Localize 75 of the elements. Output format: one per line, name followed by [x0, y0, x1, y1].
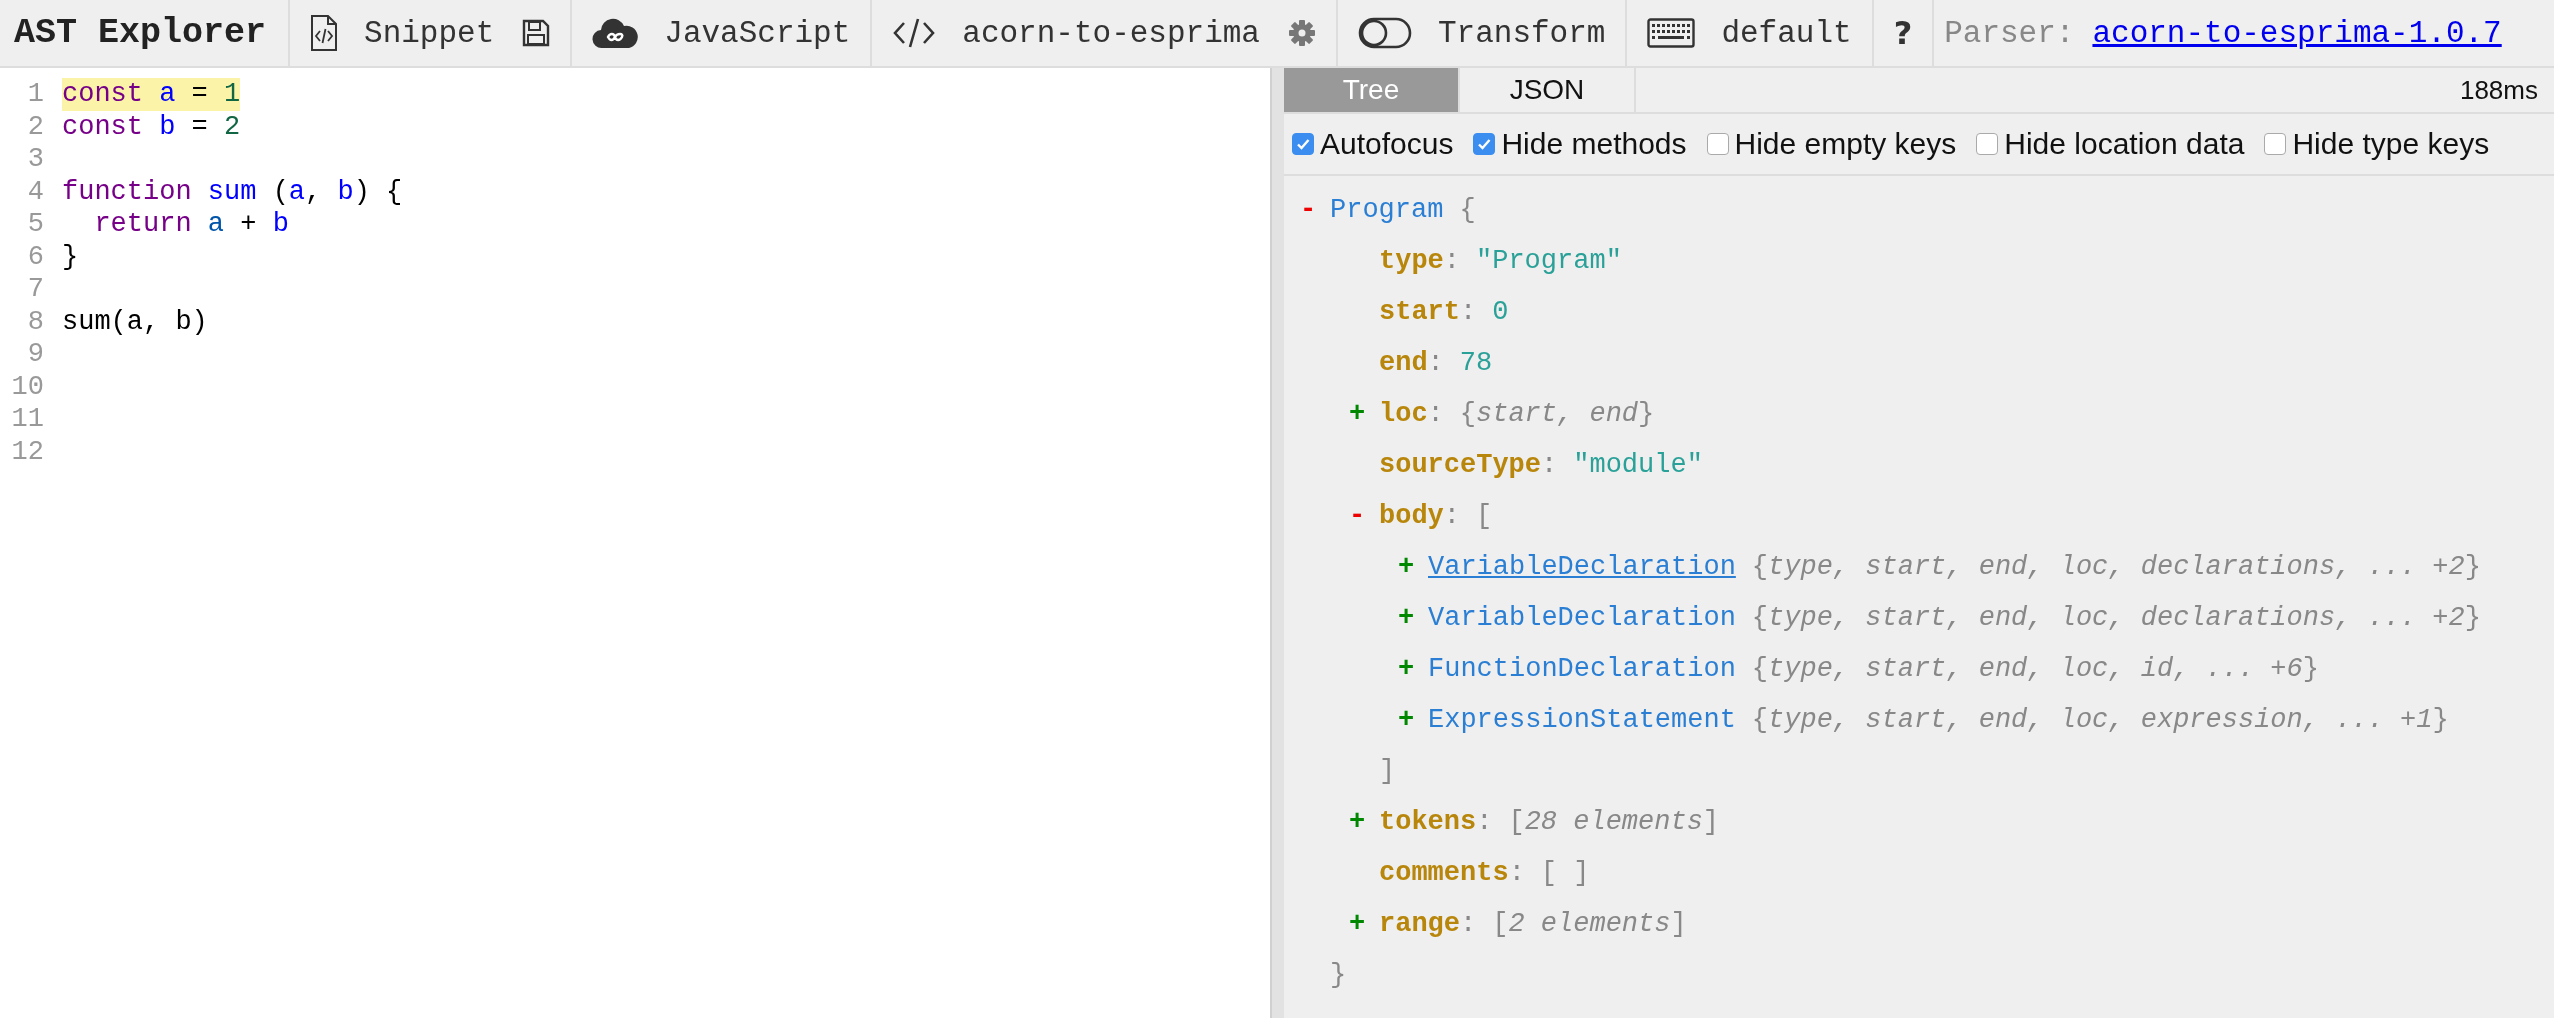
property-entry: end: 78	[1379, 347, 1493, 378]
output-tab[interactable]: Tree	[1284, 68, 1460, 112]
code-line: const b = 2	[62, 110, 241, 143]
line-number: 10	[10, 370, 45, 403]
line-number: 5	[26, 208, 45, 241]
code-brackets-icon	[892, 17, 937, 49]
property-entry: loc: {start, end}	[1379, 398, 1655, 429]
expand-toggle[interactable]: +	[1398, 653, 1415, 684]
node-name[interactable]: VariableDeclaration	[1428, 602, 1736, 633]
parser-button[interactable]: acorn-to-esprima	[880, 0, 1272, 66]
property-entry: sourceType: "module"	[1379, 449, 1703, 480]
line-number: 7	[26, 273, 45, 306]
parser-label: Parser:	[1944, 15, 2075, 51]
save-icon	[522, 19, 551, 47]
property-entry: body: [	[1379, 500, 1493, 531]
app-title: AST Explorer	[14, 13, 267, 53]
code-file-icon	[310, 14, 339, 52]
line-number: 12	[10, 435, 45, 468]
checkbox[interactable]	[1473, 133, 1496, 155]
checkbox[interactable]	[1292, 133, 1314, 155]
property-summary: {type, start, end, loc, declarations, ... +2}	[1751, 602, 2481, 633]
line-number: 4	[26, 175, 45, 208]
transform-button[interactable]: Transform	[1345, 0, 1618, 66]
line-number: 6	[26, 240, 45, 273]
line-number: 8	[26, 305, 45, 338]
property-entry: tokens: [28 elements]	[1379, 806, 1720, 837]
line-number: 11	[10, 403, 45, 436]
option-label: Hide location data	[2004, 127, 2245, 161]
line-number: 2	[26, 110, 45, 143]
closing-bracket: ]	[1379, 755, 1396, 786]
node-name[interactable]: FunctionDeclaration	[1428, 653, 1736, 684]
property-summary: {type, start, end, loc, id, ... +6}	[1751, 653, 2319, 684]
line-number: 9	[26, 338, 45, 371]
option-label: Autofocus	[1320, 127, 1454, 161]
collapse-toggle[interactable]: -	[1349, 500, 1366, 531]
parser-version-link[interactable]: acorn-to-esprima-1.0.7	[2092, 15, 2502, 51]
line-number: 3	[26, 143, 45, 176]
property-entry: type: "Program"	[1379, 245, 1622, 276]
expand-toggle[interactable]: +	[1398, 551, 1415, 582]
keyboard-icon	[1647, 18, 1696, 48]
option-label: Hide methods	[1501, 127, 1687, 161]
language-button[interactable]: JavaScript	[580, 0, 863, 66]
expand-toggle[interactable]: +	[1349, 806, 1366, 837]
collapse-toggle[interactable]: -	[1300, 194, 1317, 225]
option-label: Hide empty keys	[1734, 127, 1957, 161]
property-entry: range: [2 elements]	[1379, 908, 1687, 939]
code-line: function sum (a, b) {	[62, 175, 403, 208]
opening-bracket: {	[1459, 194, 1476, 225]
checkbox[interactable]	[2264, 133, 2287, 155]
code-line: }	[62, 240, 79, 273]
expand-toggle[interactable]: +	[1349, 398, 1366, 429]
snippet-button[interactable]: Snippet	[298, 0, 507, 66]
code-line: sum(a, b)	[62, 305, 208, 338]
parse-time: 188ms	[2459, 74, 2539, 106]
settings-icon	[1287, 19, 1316, 47]
property-entry: start: 0	[1379, 296, 1509, 327]
expand-toggle[interactable]: +	[1349, 908, 1366, 939]
cloud-icon	[592, 17, 639, 49]
closing-bracket: }	[1330, 959, 1347, 990]
code-line: return a + b	[93, 208, 289, 241]
code-editor[interactable]: 1 const a = 1 2 const b = 2 3 4 function sum (a, b) { 5 return a + b 6 } 7 8 sum(a, b) 9 10 11 12	[0, 68, 1270, 1018]
keymap-button[interactable]: default	[1635, 0, 1864, 66]
property-summary: {type, start, end, loc, expression, ... +1}	[1751, 704, 2449, 735]
checkbox[interactable]	[1976, 133, 1999, 155]
option-label: Hide type keys	[2292, 127, 2490, 161]
property-entry: comments: [ ]	[1379, 857, 1590, 888]
expand-toggle[interactable]: +	[1398, 704, 1415, 735]
node-name[interactable]: ExpressionStatement	[1428, 704, 1736, 735]
node-name[interactable]: Program	[1330, 194, 1444, 225]
node-name[interactable]: VariableDeclaration	[1428, 551, 1736, 582]
line-number: 1	[26, 78, 45, 111]
property-summary: {type, start, end, loc, declarations, ... +2}	[1751, 551, 2481, 582]
checkbox[interactable]	[1706, 133, 1729, 155]
expand-toggle[interactable]: +	[1398, 602, 1415, 633]
help-button[interactable]: ?	[1881, 0, 1925, 66]
